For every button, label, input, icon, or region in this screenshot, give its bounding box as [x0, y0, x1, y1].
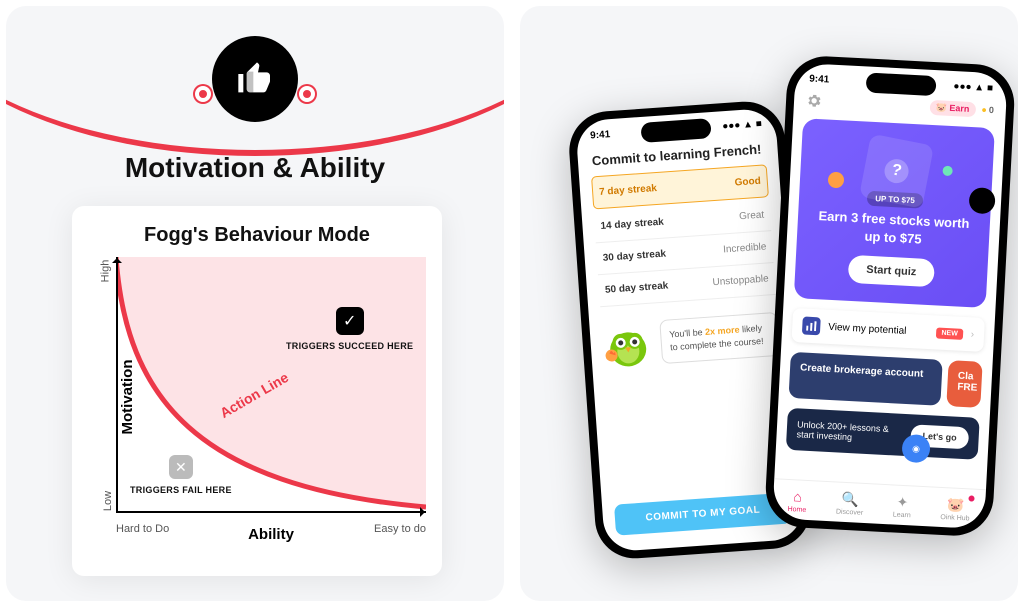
y-axis	[116, 257, 118, 513]
speech-pre: You'll be	[669, 327, 706, 339]
tab-oink-hub[interactable]: 🐷Oink Hub	[940, 496, 970, 522]
chart-plot: Motivation Ability High Low Hard to Do E…	[116, 257, 426, 537]
phone-notch	[866, 72, 937, 96]
earn-area: 🐷 Earn ● 0	[929, 99, 994, 117]
fail-annotation: ✕ TRIGGERS FAIL HERE	[130, 455, 232, 497]
promo-graphic: ?	[859, 134, 934, 209]
succeed-annotation: ✓ TRIGGERS SUCCEED HERE	[286, 307, 413, 353]
speech-bubble: You'll be 2x more likely to complete the…	[659, 312, 780, 363]
start-quiz-button[interactable]: Start quiz	[848, 255, 935, 287]
tab-discover[interactable]: 🔍Discover	[836, 490, 865, 516]
succeed-text: TRIGGERS SUCCEED HERE	[286, 341, 413, 353]
new-badge: NEW	[936, 327, 963, 339]
phone-mockup-investing: 9:41 ●●● ▲ ■ 🐷 Earn ● 0 ? UP TO $75 Earn…	[764, 54, 1016, 537]
unlock-text: Unlock 200+ lessons & start investing	[796, 419, 897, 444]
examples-panel: 9:41 ●●● ▲ ■ Commit to learning French! …	[520, 6, 1018, 601]
fail-text: TRIGGERS FAIL HERE	[130, 485, 232, 497]
claim-card[interactable]: Cla FRE	[946, 360, 982, 408]
potential-label: View my potential	[828, 321, 907, 336]
unlock-banner: Unlock 200+ lessons & start investing ◉ …	[786, 408, 980, 460]
status-icons: ●●● ▲ ■	[722, 119, 762, 133]
promo-title: Earn 3 free stocks worth up to $75	[809, 206, 979, 251]
tab-learn[interactable]: ✦Learn	[893, 493, 912, 519]
x-axis	[116, 511, 426, 513]
view-potential-row[interactable]: View my potential NEW ›	[791, 308, 985, 352]
apple-icon	[968, 187, 995, 214]
main-title: Motivation & Ability	[6, 152, 504, 184]
thumbs-up-badge	[212, 36, 298, 122]
speech-bold: 2x more	[705, 325, 740, 337]
y-arrow-icon	[112, 253, 122, 263]
status-time: 9:41	[809, 73, 830, 85]
x-icon: ✕	[169, 455, 193, 479]
gear-icon[interactable]	[806, 92, 823, 109]
promo-card: ? UP TO $75 Earn 3 free stocks worth up …	[794, 118, 995, 308]
tab-home[interactable]: ⌂Home	[787, 488, 807, 514]
coin-balance: ● 0	[981, 105, 994, 116]
tab-bar: ⌂Home 🔍Discover ✦Learn 🐷Oink Hub	[772, 478, 986, 529]
arc-dot-left	[195, 86, 211, 102]
y-axis-label: Motivation	[119, 360, 136, 435]
status-icons: ●●● ▲ ■	[953, 81, 993, 94]
earn-pill[interactable]: 🐷 Earn	[929, 99, 975, 116]
status-time: 9:41	[590, 129, 611, 141]
chevron-right-icon: ›	[970, 329, 974, 340]
cube-icon: ◉	[901, 434, 930, 463]
x-tick-easy: Easy to do	[374, 523, 426, 535]
mascot-row: You'll be 2x more likely to complete the…	[588, 294, 793, 386]
arc-dot-right	[299, 86, 315, 102]
chart-title: Fogg's Behaviour Mode	[82, 224, 432, 247]
concept-panel: Motivation & Ability Fogg's Behaviour Mo…	[6, 6, 504, 601]
x-tick-hard: Hard to Do	[116, 523, 169, 535]
brokerage-card[interactable]: Create brokerage account	[789, 352, 943, 406]
duo-owl-icon	[601, 318, 654, 371]
fogg-chart-card: Fogg's Behaviour Mode Motivation Ability…	[72, 206, 442, 576]
decorative-orb	[828, 172, 845, 189]
y-tick-low: Low	[102, 491, 114, 511]
thumbs-up-icon	[235, 59, 275, 99]
check-icon: ✓	[336, 307, 364, 335]
y-tick-high: High	[99, 260, 111, 283]
bar-chart-icon	[802, 316, 821, 335]
x-arrow-icon	[420, 507, 430, 517]
question-icon: ?	[882, 157, 910, 185]
decorative-orb	[942, 166, 953, 177]
commit-button[interactable]: COMMIT TO MY GOAL	[614, 492, 792, 535]
